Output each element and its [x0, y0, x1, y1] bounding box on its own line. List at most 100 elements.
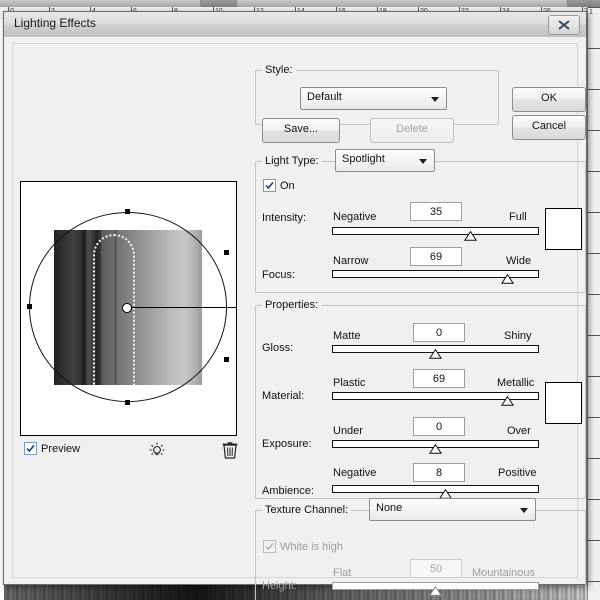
- vruler-tick: [588, 294, 600, 295]
- vruler-tick: [588, 499, 600, 500]
- light-color-swatch[interactable]: [545, 208, 582, 250]
- light-direction-line: [131, 307, 236, 308]
- height-min-label: Flat: [333, 567, 352, 579]
- height-slider: [332, 580, 539, 596]
- ellipse-handle-top[interactable]: [125, 209, 130, 214]
- light-type-select-value: Spotlight: [342, 153, 385, 165]
- chevron-down-icon: [520, 508, 528, 513]
- gloss-slider[interactable]: [332, 343, 539, 359]
- ambience-slider-track: [332, 485, 539, 493]
- intensity-slider[interactable]: [332, 225, 539, 241]
- dialog-titlebar[interactable]: Lighting Effects: [4, 12, 586, 38]
- material-label: Material:: [262, 390, 305, 402]
- properties-legend: Properties:: [262, 299, 322, 311]
- toolbar-segment-right: [237, 0, 568, 7]
- close-button[interactable]: [548, 15, 580, 35]
- delete-style-button: Delete: [370, 118, 454, 143]
- texture-channel-select-value: None: [376, 502, 403, 514]
- ellipse-handle-lower-right[interactable]: [224, 357, 229, 362]
- intensity-label: Intensity:: [262, 212, 307, 224]
- focus-max-label: Wide: [506, 255, 532, 267]
- exposure-value-input[interactable]: 0: [413, 417, 465, 436]
- light-center-handle[interactable]: [122, 303, 132, 313]
- vruler-tick: [588, 253, 600, 254]
- dialog-title: Lighting Effects: [14, 16, 96, 30]
- vruler-tick: [588, 458, 600, 459]
- gloss-slider-thumb[interactable]: [428, 346, 443, 364]
- texture-channel-select[interactable]: None: [369, 498, 536, 521]
- gloss-min-label: Matte: [333, 330, 361, 342]
- exposure-slider-thumb[interactable]: [428, 441, 443, 459]
- ambience-label: Ambience:: [262, 485, 314, 497]
- light-on-label: On: [280, 180, 295, 192]
- light-type-legend: Light Type:: [262, 155, 322, 167]
- dialog-body: Preview Style: Default Save... Delete OK…: [4, 37, 586, 600]
- focus-slider[interactable]: [332, 268, 539, 284]
- height-slider-thumb: [428, 583, 443, 600]
- focus-value-input[interactable]: 69: [410, 247, 462, 266]
- save-style-button[interactable]: Save...: [262, 118, 340, 143]
- vruler-tick: [588, 48, 600, 49]
- style-select[interactable]: Default: [300, 87, 447, 110]
- ambience-value-input[interactable]: 8: [413, 463, 465, 482]
- height-label: Height:: [262, 580, 297, 592]
- style-select-value: Default: [307, 91, 342, 103]
- ellipse-handle-left[interactable]: [27, 304, 32, 309]
- toolbar-segment-left: [0, 0, 201, 7]
- intensity-slider-track: [332, 227, 539, 235]
- vruler-tick: [588, 335, 600, 336]
- exposure-max-label: Over: [507, 425, 531, 437]
- vruler-tick: [588, 581, 600, 582]
- focus-min-label: Narrow: [333, 255, 369, 267]
- focus-label: Focus:: [262, 269, 296, 281]
- preview-footer: Preview: [20, 440, 238, 460]
- vruler-label: 1: [589, 9, 593, 16]
- preview-canvas[interactable]: [20, 181, 237, 436]
- vruler-tick: [588, 130, 600, 131]
- material-slider[interactable]: [332, 390, 539, 406]
- gloss-max-label: Shiny: [504, 330, 532, 342]
- intensity-slider-thumb[interactable]: [464, 228, 478, 246]
- focus-slider-thumb[interactable]: [501, 271, 515, 289]
- gloss-value-input[interactable]: 0: [413, 323, 465, 342]
- texture-channel-legend: Texture Channel:: [262, 504, 352, 516]
- intensity-min-label: Negative: [333, 211, 377, 223]
- lightbulb-icon[interactable]: [147, 440, 167, 465]
- vertical-ruler: 1: [587, 7, 600, 600]
- chevron-down-icon: [419, 159, 427, 164]
- ellipse-handle-right[interactable]: [224, 250, 229, 255]
- lighting-effects-dialog: Lighting Effects Preview Style: Default …: [3, 11, 587, 600]
- vruler-tick: [588, 212, 600, 213]
- white-is-high-checkbox: [263, 540, 276, 553]
- material-min-label: Plastic: [333, 377, 366, 389]
- exposure-label: Exposure:: [262, 438, 312, 450]
- white-is-high-label: White is high: [280, 541, 343, 553]
- trash-icon[interactable]: [221, 440, 239, 465]
- ambience-max-label: Positive: [498, 467, 537, 479]
- material-color-swatch[interactable]: [545, 382, 582, 424]
- exposure-slider[interactable]: [332, 438, 539, 454]
- material-slider-thumb[interactable]: [501, 393, 515, 411]
- intensity-value-input[interactable]: 35: [410, 202, 462, 221]
- preview-checkbox-label: Preview: [41, 443, 81, 455]
- vruler-tick: [588, 540, 600, 541]
- vruler-tick: [588, 376, 600, 377]
- cancel-button[interactable]: Cancel: [512, 115, 586, 140]
- ok-button[interactable]: OK: [512, 87, 586, 112]
- material-max-label: Metallic: [497, 377, 535, 389]
- style-label: Style:: [262, 64, 296, 76]
- intensity-max-label: Full: [509, 211, 527, 223]
- light-type-select[interactable]: Spotlight: [335, 149, 435, 172]
- vruler-tick: [588, 171, 600, 172]
- chevron-down-icon: [431, 97, 439, 102]
- app-toolbar-strip: [0, 0, 600, 7]
- preview-checkbox[interactable]: [24, 442, 37, 455]
- height-max-label: Mountainous: [472, 567, 535, 579]
- vruler-tick: [588, 417, 600, 418]
- material-value-input[interactable]: 69: [413, 369, 465, 388]
- gloss-label: Gloss:: [262, 342, 294, 354]
- ellipse-handle-bottom[interactable]: [125, 400, 130, 405]
- ambience-slider[interactable]: [332, 483, 539, 499]
- height-value-input: 50: [410, 559, 462, 578]
- light-on-checkbox[interactable]: [263, 179, 276, 192]
